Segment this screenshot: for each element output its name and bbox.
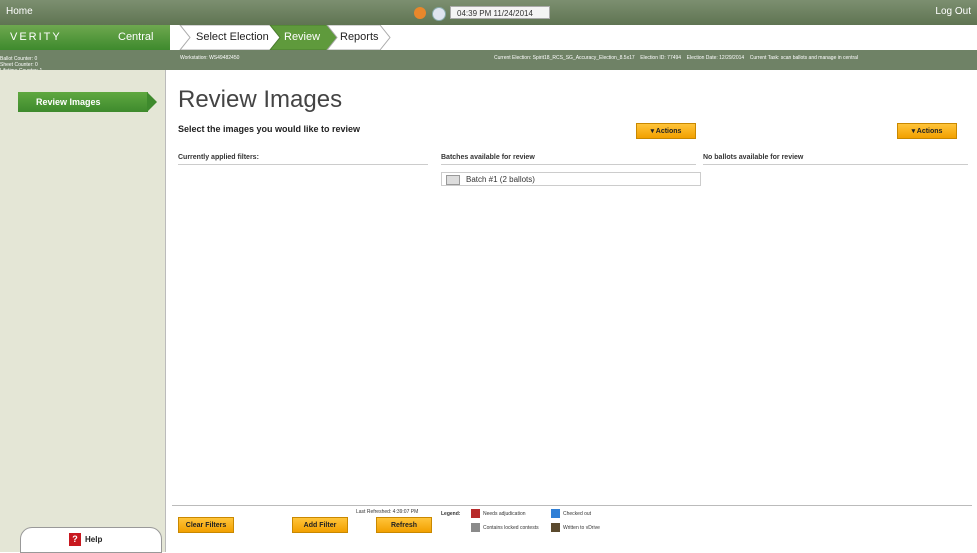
legend-checked-out: Checked out	[551, 509, 591, 518]
needs-adjudication-icon	[471, 509, 480, 518]
actions-label: Actions	[916, 128, 943, 135]
batch-icon	[446, 174, 460, 185]
status-bar: Workstation: WS49482450 Current Election…	[0, 50, 977, 70]
logout-link[interactable]: Log Out	[935, 6, 971, 17]
crumb-select-election-label[interactable]: Select Election	[196, 25, 269, 50]
clear-filters-button[interactable]: Clear Filters	[178, 517, 234, 533]
workstation-text: Workstation: WS49482450	[180, 55, 240, 61]
help-button[interactable]: ? Help	[20, 527, 162, 553]
current-election-text: Current Election: Spirit18_RCS_SG_Accura…	[494, 55, 635, 61]
locked-contests-icon	[471, 523, 480, 532]
sidebar	[0, 70, 166, 552]
last-refreshed-text: Last Refreshed: 4:39:07 PM	[356, 509, 419, 515]
batches-header: Batches available for review	[441, 154, 696, 165]
info-icon[interactable]	[432, 7, 446, 21]
brand-area: VERITY Central	[0, 25, 170, 50]
checked-out-icon	[551, 509, 560, 518]
refresh-button[interactable]: Refresh	[376, 517, 432, 533]
actions-label: Actions	[655, 128, 682, 135]
top-bar: Home 04:39 PM 11/24/2014 Log Out	[0, 0, 977, 25]
help-label: Help	[85, 535, 103, 544]
ballot-actions-button[interactable]: ▾ Actions	[897, 123, 957, 139]
legend-written-vdrive: Written to vDrive	[551, 523, 600, 532]
election-date-text: Election Date: 12/29/2014	[686, 55, 745, 61]
election-info: Current Election: Spirit18_RCS_SG_Accura…	[494, 55, 858, 61]
batch-actions-button[interactable]: ▾ Actions	[636, 123, 696, 139]
brand-central: Central	[118, 31, 154, 43]
legend-needs-adjudication: Needs adjudication	[471, 509, 526, 518]
filters-header: Currently applied filters:	[178, 154, 428, 165]
add-filter-button[interactable]: Add Filter	[292, 517, 348, 533]
active-tab-arrow	[147, 92, 157, 112]
crumb-review-label[interactable]: Review	[284, 25, 320, 50]
page-subtitle: Select the images you would like to revi…	[178, 124, 361, 134]
ballots-header: No ballots available for review	[703, 154, 968, 165]
help-icon: ?	[69, 533, 81, 546]
written-vdrive-icon	[551, 523, 560, 532]
legend-label: Legend:	[441, 511, 461, 517]
footer-divider	[172, 505, 972, 506]
status-icon[interactable]	[414, 7, 426, 19]
sidebar-item-review-images[interactable]: Review Images	[18, 92, 148, 112]
home-link[interactable]: Home	[6, 6, 33, 17]
batch-row[interactable]: Batch #1 (2 ballots)	[441, 172, 701, 186]
batch-label: Batch #1 (2 ballots)	[466, 175, 535, 184]
election-id-text: Election ID: 77494	[640, 55, 682, 61]
page-title: Review Images	[178, 86, 343, 113]
current-task-text: Current Task: scan ballots and manage in…	[749, 55, 859, 61]
crumb-reports-label[interactable]: Reports	[340, 25, 379, 50]
legend-locked-contests: Contains locked contests	[471, 523, 539, 532]
clock-display: 04:39 PM 11/24/2014	[450, 6, 550, 19]
verity-logo: VERITY	[10, 31, 62, 43]
